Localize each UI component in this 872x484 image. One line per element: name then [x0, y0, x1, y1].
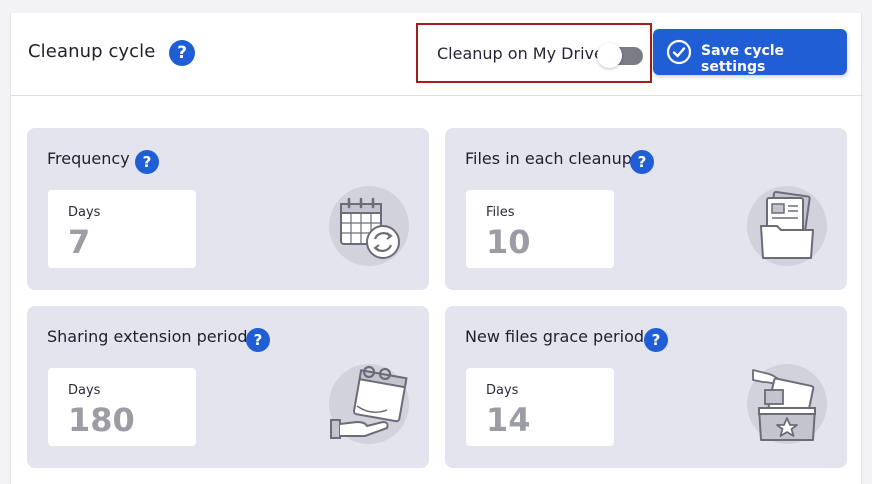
box-star-icon: [747, 364, 827, 444]
value-unit-label: Files: [486, 205, 515, 220]
calendar-hand-icon: [329, 364, 409, 444]
card-title: Frequency: [47, 149, 130, 168]
value-number: 14: [486, 401, 531, 439]
value-number: 180: [68, 401, 135, 439]
card-title: Files in each cleanup: [465, 149, 632, 168]
cleanup-toggle-highlight: Cleanup on My Drive: [416, 23, 652, 83]
sharing-extension-value-field[interactable]: Days 180: [48, 368, 196, 446]
files-in-each-cleanup-card: Files in each cleanup ? Files 10: [445, 128, 847, 290]
cleanup-on-my-drive-toggle[interactable]: [597, 43, 643, 68]
grace-period-value-field[interactable]: Days 14: [466, 368, 614, 446]
toggle-knob: [597, 43, 622, 68]
check-circle-icon: [666, 39, 692, 65]
help-icon[interactable]: ?: [246, 328, 270, 352]
page-title: Cleanup cycle: [28, 41, 156, 62]
cleanup-toggle-label: Cleanup on My Drive: [437, 44, 604, 63]
calendar-sync-icon: [329, 186, 409, 266]
help-icon[interactable]: ?: [630, 150, 654, 174]
help-icon[interactable]: ?: [169, 40, 195, 66]
value-number: 7: [68, 223, 91, 261]
frequency-card: Frequency ? Days 7: [27, 128, 429, 290]
value-unit-label: Days: [68, 383, 101, 398]
help-icon[interactable]: ?: [644, 328, 668, 352]
help-icon[interactable]: ?: [135, 150, 159, 174]
folder-files-icon: [747, 186, 827, 266]
files-value-field[interactable]: Files 10: [466, 190, 614, 268]
new-files-grace-period-card: New files grace period ? Days 14: [445, 306, 847, 468]
panel-header: Cleanup cycle ? Cleanup on My Drive Save…: [11, 13, 863, 96]
value-unit-label: Days: [486, 383, 519, 398]
card-title: New files grace period: [465, 327, 645, 346]
save-cycle-settings-button[interactable]: Save cycle settings: [653, 29, 847, 75]
sharing-extension-period-card: Sharing extension period ? Days 180: [27, 306, 429, 468]
save-button-label: Save cycle settings: [701, 43, 785, 75]
frequency-value-field[interactable]: Days 7: [48, 190, 196, 268]
card-title: Sharing extension period: [47, 327, 248, 346]
value-number: 10: [486, 223, 531, 261]
value-unit-label: Days: [68, 205, 101, 220]
